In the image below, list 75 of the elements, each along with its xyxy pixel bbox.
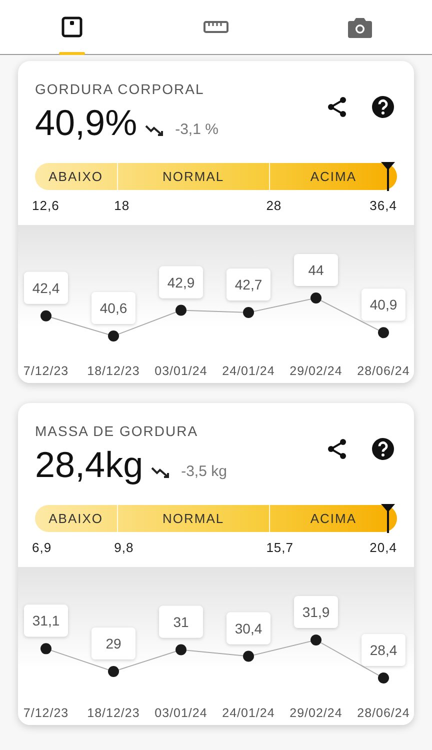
axis-label: 03/01/24 [154,706,208,720]
axis-label: 7/12/23 [23,364,69,378]
share-button[interactable] [325,437,349,461]
range-label: ACIMA [310,169,357,184]
data-label: 31 [173,614,189,630]
data-label: 31,1 [24,604,68,637]
data-label: 29 [106,635,122,652]
axis-label: 29/02/24 [290,706,342,720]
axis-label: 24/01/24 [222,706,275,720]
data-point [243,650,254,662]
data-point [310,292,322,304]
data-label: 42,9 [159,266,203,298]
change-value: -3,5 kg [181,463,227,480]
data-point [108,330,119,342]
data-label: 42,9 [167,274,195,290]
range-label: ABAIXO [48,511,104,526]
metric-value: 40,9% [35,105,138,141]
range-tick: 36,4 [370,198,397,213]
share-button[interactable] [325,95,349,119]
data-point [310,634,322,646]
range-label: NORMAL [162,169,224,184]
range-tick: 18 [114,198,130,213]
data-label: 30,4 [226,612,270,644]
range-tick: 20,4 [370,540,397,555]
metric-value: 28,4kg [35,447,144,483]
axis-label: 03/01/24 [154,364,208,378]
range-tick: 15,7 [266,540,294,555]
data-point [108,666,119,677]
data-point [176,644,186,656]
card-title: GORDURA CORPORAL [35,81,204,97]
data-label: 40,9 [370,296,398,313]
help-icon [371,95,395,119]
axis-label: 28/06/24 [357,364,410,378]
axis-label: 7/12/23 [23,706,69,720]
data-label: 30,4 [234,620,262,636]
ruler-icon [203,20,229,34]
data-label: 31,1 [32,612,60,629]
data-label: 40,6 [100,300,128,316]
data-point [40,643,52,654]
range-tick: 12,6 [32,198,60,213]
data-label: 44 [294,254,338,286]
data-point [243,307,254,318]
share-icon [325,437,349,461]
data-point [378,327,389,338]
range-tick: 9,8 [114,540,134,555]
data-label: 31,9 [294,596,338,628]
camera-icon [348,16,372,38]
data-label: 42,4 [32,280,60,296]
scale-icon [61,16,83,38]
help-button[interactable] [371,437,395,461]
help-button[interactable] [371,95,395,119]
data-label: 31 [159,606,203,638]
range-label: ACIMA [310,511,357,526]
range-label: NORMAL [162,511,224,526]
share-icon [325,95,349,119]
change-value: -3,1 % [175,121,218,138]
data-label: 44 [308,262,324,278]
data-label: 28,4 [370,642,398,658]
axis-label: 24/01/24 [222,364,275,378]
range-tick: 6,9 [32,540,52,555]
data-point [40,310,52,322]
card-title: MASSA DE GORDURA [35,423,198,439]
data-label: 31,9 [302,604,330,620]
help-icon [371,437,395,461]
data-label: 42,4 [24,272,68,304]
range-label: ABAIXO [48,169,104,184]
data-point [378,672,389,684]
range-tick: 28 [266,198,282,213]
data-label: 42,7 [234,276,262,293]
axis-label: 28/06/24 [357,706,410,720]
axis-label: 29/02/24 [290,364,342,378]
data-label: 42,7 [226,268,270,301]
axis-label: 18/12/23 [87,706,140,720]
data-point [176,304,186,316]
axis-label: 18/12/23 [87,364,140,378]
